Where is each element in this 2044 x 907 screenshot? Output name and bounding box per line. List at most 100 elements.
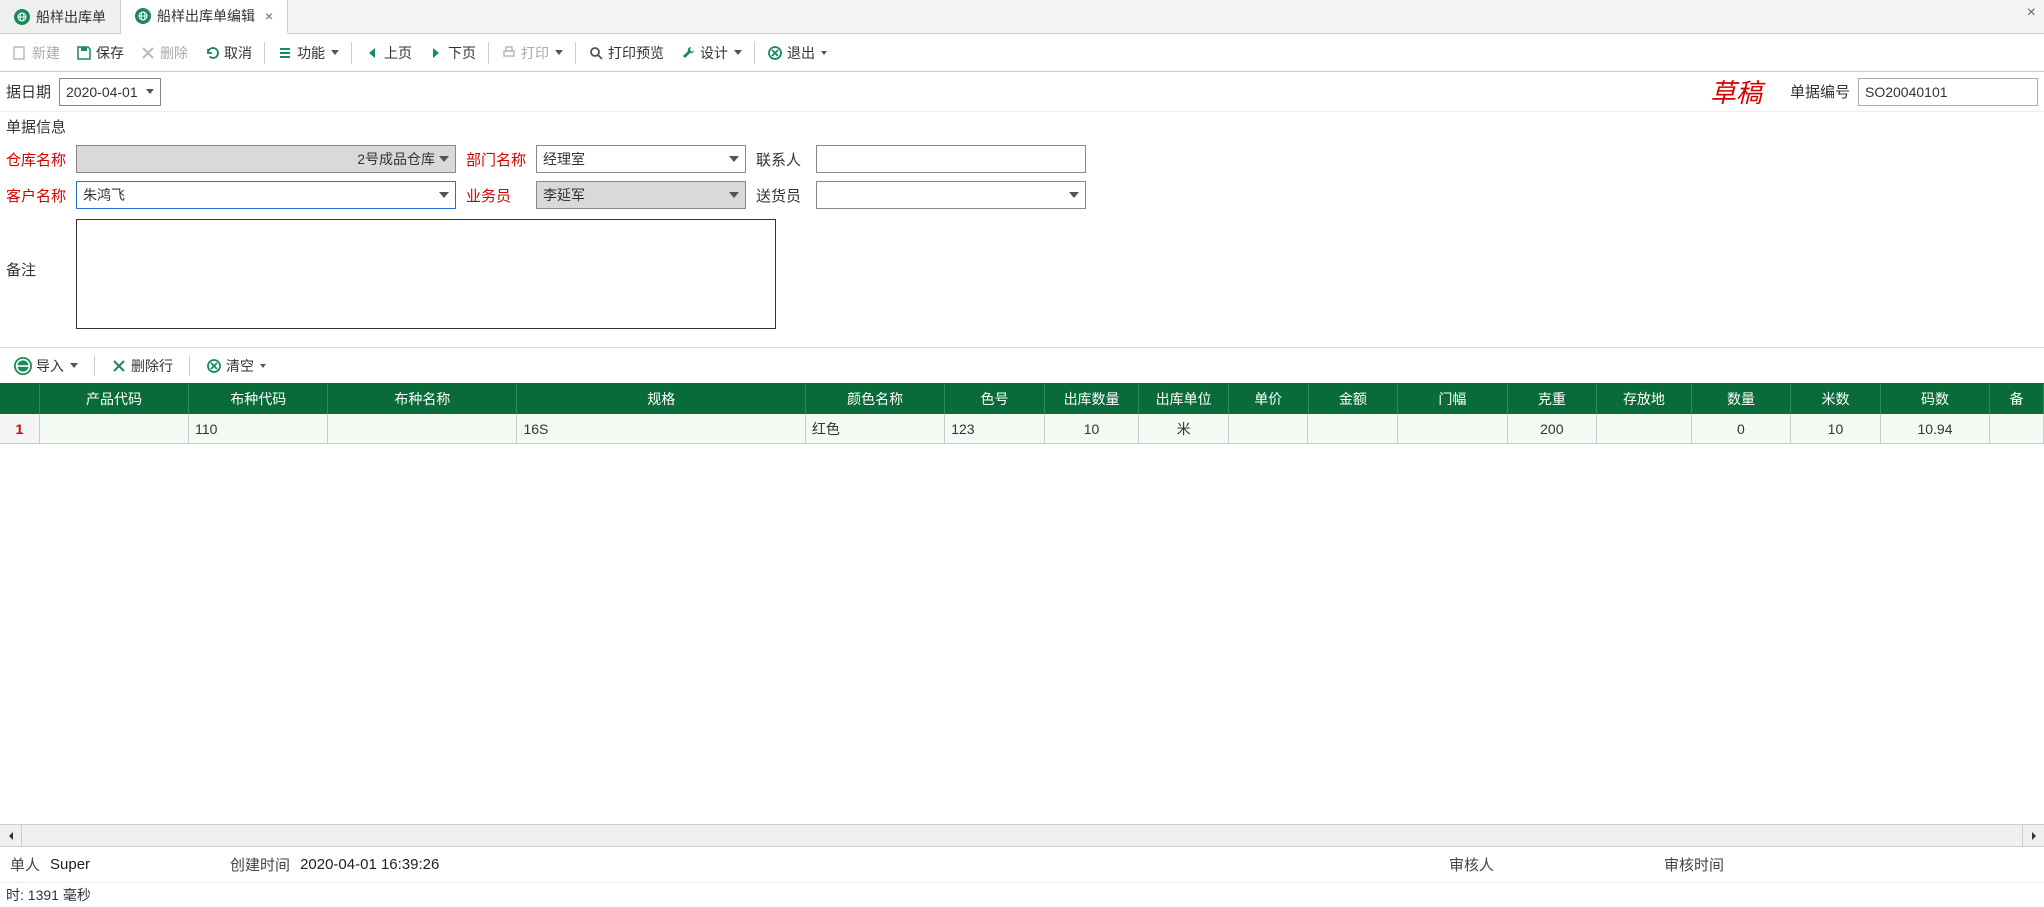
cell-clothname[interactable] xyxy=(328,414,517,443)
globe-icon xyxy=(14,9,30,25)
cell-clothcode[interactable]: 110 xyxy=(189,414,328,443)
undo-icon xyxy=(204,45,220,61)
chevron-down-icon xyxy=(729,156,739,162)
separator xyxy=(488,42,489,64)
delete-button[interactable]: 删除 xyxy=(132,39,196,67)
function-button[interactable]: 功能 xyxy=(269,39,347,67)
list-icon xyxy=(277,45,293,61)
docno-field[interactable]: SO20040101 xyxy=(1858,78,2038,106)
close-icon[interactable]: × xyxy=(265,8,273,24)
exit-button[interactable]: 退出 xyxy=(759,39,835,67)
col-outqty[interactable]: 出库数量 xyxy=(1045,384,1140,414)
cell-price[interactable] xyxy=(1229,414,1309,443)
cell-weight[interactable]: 200 xyxy=(1508,414,1598,443)
date-label: 据日期 xyxy=(6,81,51,102)
separator xyxy=(94,356,95,376)
chevron-down-icon xyxy=(555,50,563,55)
col-meter[interactable]: 米数 xyxy=(1791,384,1881,414)
col-rownum[interactable] xyxy=(0,384,40,414)
cell-qty[interactable]: 0 xyxy=(1692,414,1792,443)
customer-label: 客户名称 xyxy=(6,185,76,206)
contact-input[interactable] xyxy=(816,145,1086,173)
chevron-down-icon xyxy=(821,51,827,55)
save-button[interactable]: 保存 xyxy=(68,39,132,67)
chevron-down-icon xyxy=(439,192,449,198)
col-clothname[interactable]: 布种名称 xyxy=(328,384,517,414)
clear-button[interactable]: 清空 xyxy=(198,352,274,380)
delete-icon xyxy=(111,358,127,374)
cell-storage[interactable] xyxy=(1597,414,1692,443)
customer-select[interactable]: 朱鸿飞 xyxy=(76,181,456,209)
new-button[interactable]: 新建 xyxy=(4,39,68,67)
col-qty[interactable]: 数量 xyxy=(1692,384,1792,414)
delivery-select[interactable] xyxy=(816,181,1086,209)
col-prodcode[interactable]: 产品代码 xyxy=(40,384,189,414)
col-outunit[interactable]: 出库单位 xyxy=(1139,384,1229,414)
warehouse-label: 仓库名称 xyxy=(6,149,76,170)
clerk-select[interactable]: 李延军 xyxy=(536,181,746,209)
col-price[interactable]: 单价 xyxy=(1229,384,1309,414)
chevron-down-icon xyxy=(260,364,266,368)
cell-spec[interactable]: 16S xyxy=(517,414,805,443)
cell-width[interactable] xyxy=(1398,414,1507,443)
cell-outunit[interactable]: 米 xyxy=(1139,414,1229,443)
cell-yard[interactable]: 10.94 xyxy=(1881,414,1990,443)
dept-select[interactable]: 经理室 xyxy=(536,145,746,173)
cell-prodcode[interactable] xyxy=(40,414,189,443)
tab-edit[interactable]: 船样出库单编辑 × xyxy=(121,0,288,34)
delete-icon xyxy=(140,45,156,61)
horizontal-scrollbar[interactable] xyxy=(0,824,2044,846)
import-button[interactable]: 导入 xyxy=(6,352,86,380)
table-row[interactable]: 1 110 16S 红色 123 10 米 200 0 10 10.94 xyxy=(0,414,2044,444)
date-picker[interactable]: 2020-04-01 xyxy=(59,78,161,106)
col-remark[interactable]: 备 xyxy=(1990,384,2044,414)
cell-amount[interactable] xyxy=(1308,414,1398,443)
col-weight[interactable]: 克重 xyxy=(1508,384,1598,414)
triangle-left-icon xyxy=(364,45,380,61)
cell-outqty[interactable]: 10 xyxy=(1045,414,1140,443)
col-yard[interactable]: 码数 xyxy=(1881,384,1990,414)
prev-button[interactable]: 上页 xyxy=(356,39,420,67)
col-width[interactable]: 门幅 xyxy=(1398,384,1507,414)
creator-value: Super xyxy=(50,856,90,873)
chevron-down-icon xyxy=(70,363,78,368)
col-clothcode[interactable]: 布种代码 xyxy=(189,384,328,414)
warehouse-select[interactable]: 2号成品仓库 xyxy=(76,145,456,173)
window-close-icon[interactable]: × xyxy=(2027,4,2036,22)
delivery-label: 送货员 xyxy=(756,185,816,206)
cell-remark[interactable] xyxy=(1990,414,2044,443)
tab-label: 船样出库单编辑 xyxy=(157,6,255,26)
print-icon xyxy=(501,45,517,61)
separator xyxy=(189,356,190,376)
next-button[interactable]: 下页 xyxy=(420,39,484,67)
col-colorname[interactable]: 颜色名称 xyxy=(806,384,945,414)
cancel-button[interactable]: 取消 xyxy=(196,39,260,67)
separator xyxy=(351,42,352,64)
design-button[interactable]: 设计 xyxy=(672,39,750,67)
delete-row-button[interactable]: 删除行 xyxy=(103,352,181,380)
chevron-down-icon xyxy=(439,156,449,162)
scroll-track[interactable] xyxy=(22,825,2022,846)
preview-button[interactable]: 打印预览 xyxy=(580,39,672,67)
col-spec[interactable]: 规格 xyxy=(517,384,806,414)
status-badge: 草稿 xyxy=(1710,73,1762,110)
ctime-value: 2020-04-01 16:39:26 xyxy=(300,856,439,873)
cell-meter[interactable]: 10 xyxy=(1791,414,1881,443)
globe-icon xyxy=(14,357,32,375)
tab-list[interactable]: 船样出库单 xyxy=(0,0,121,33)
grid-body: 1 110 16S 红色 123 10 米 200 0 10 10.94 xyxy=(0,414,2044,444)
col-storage[interactable]: 存放地 xyxy=(1597,384,1692,414)
separator xyxy=(754,42,755,64)
col-amount[interactable]: 金额 xyxy=(1309,384,1399,414)
chevron-down-icon xyxy=(1069,192,1079,198)
grid-header: 产品代码 布种代码 布种名称 规格 颜色名称 色号 出库数量 出库单位 单价 金… xyxy=(0,384,2044,414)
exit-icon xyxy=(767,45,783,61)
cell-colorno[interactable]: 123 xyxy=(945,414,1045,443)
separator xyxy=(264,42,265,64)
print-button[interactable]: 打印 xyxy=(493,39,571,67)
remark-textarea[interactable] xyxy=(76,219,776,329)
cell-colorname[interactable]: 红色 xyxy=(806,414,945,443)
scroll-right-icon[interactable] xyxy=(2022,825,2044,847)
scroll-left-icon[interactable] xyxy=(0,825,22,847)
col-colorno[interactable]: 色号 xyxy=(945,384,1045,414)
